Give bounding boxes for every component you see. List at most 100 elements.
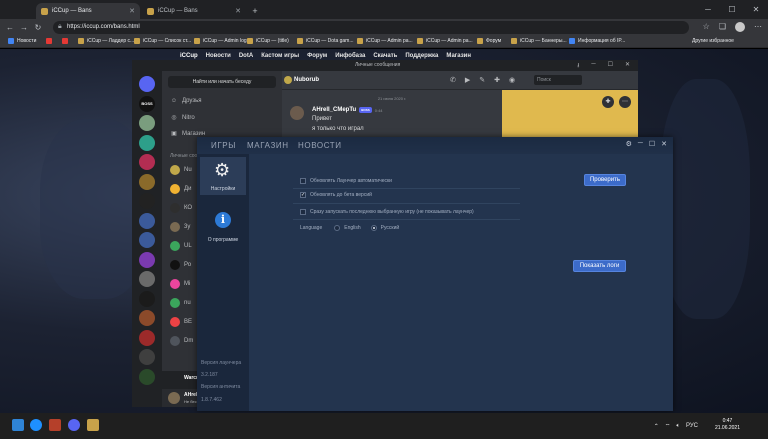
collections-icon[interactable]: ❏ <box>719 22 726 32</box>
server-icon[interactable] <box>139 329 155 346</box>
tab-news[interactable]: НОВОСТИ <box>298 141 342 150</box>
author-name[interactable]: AHrelI_CMepTu <box>312 107 356 113</box>
bookmark-item[interactable]: iCCup — Admin pa... <box>357 38 413 44</box>
dm-item[interactable]: Ди <box>170 183 191 195</box>
profile-icon[interactable]: ◉ <box>509 76 515 84</box>
dm-item[interactable]: КО <box>170 202 192 214</box>
server-icon[interactable] <box>139 251 155 268</box>
close-tab-icon[interactable]: ✕ <box>235 7 241 15</box>
server-icon[interactable] <box>139 134 155 151</box>
bookmark-item[interactable]: Форум <box>477 38 501 44</box>
edge-icon[interactable] <box>30 419 42 431</box>
option-auto-update[interactable]: Обновлять Лаунчер автоматически <box>300 178 392 184</box>
tab-games[interactable]: ИГРЫ <box>211 141 236 150</box>
dm-item[interactable]: Nu <box>170 164 192 176</box>
sidebar-item-about[interactable]: i О программе <box>200 208 246 246</box>
bookmark-item[interactable]: Новости <box>8 38 36 44</box>
user-avatar[interactable] <box>168 392 180 404</box>
bookmark-item[interactable] <box>62 38 71 44</box>
radio-russian[interactable] <box>370 225 377 231</box>
nav-friends[interactable]: ☺ Друзья <box>170 98 202 104</box>
discord-icon[interactable] <box>68 419 80 431</box>
close-icon[interactable]: ✕ <box>661 140 667 148</box>
checkbox[interactable] <box>300 209 306 215</box>
checkbox[interactable] <box>300 178 306 184</box>
bookmark-item[interactable]: iCCup — Список ст... <box>134 38 191 44</box>
server-icon[interactable] <box>139 173 155 190</box>
tab-shop[interactable]: МАГАЗИН <box>247 141 289 150</box>
server-icon[interactable] <box>139 193 155 209</box>
server-icon[interactable] <box>139 310 155 326</box>
server-icon[interactable] <box>139 154 155 170</box>
chevron-up-icon[interactable]: ⌃ <box>654 423 659 430</box>
bookmark-item[interactable] <box>46 38 55 44</box>
chat-search-input[interactable]: Поиск <box>534 75 582 85</box>
dm-item[interactable]: nu <box>170 297 191 309</box>
server-icon[interactable] <box>139 271 155 287</box>
back-icon[interactable]: ← <box>4 22 16 34</box>
new-tab-button[interactable]: + <box>248 3 262 19</box>
dm-item[interactable]: Mi <box>170 278 190 290</box>
server-icon[interactable] <box>139 232 155 248</box>
show-logs-button[interactable]: Показать логи <box>573 260 626 272</box>
download-icon[interactable]: ⭳ <box>577 61 579 71</box>
bookmark-item[interactable]: iCCup — Dota gam... <box>297 38 354 44</box>
bookmark-item[interactable]: iCCup — Admin log <box>194 38 247 44</box>
add-friend-icon[interactable]: ✚ <box>494 76 500 84</box>
minimize-icon[interactable]: ─ <box>696 0 720 19</box>
maximize-icon[interactable]: ☐ <box>649 140 655 148</box>
maximize-icon[interactable]: ☐ <box>608 61 613 71</box>
star-icon[interactable]: ☆ <box>703 22 710 32</box>
iccup-icon[interactable] <box>87 419 99 431</box>
message-avatar[interactable] <box>290 106 304 120</box>
discord-home-icon[interactable] <box>139 76 155 92</box>
server-icon[interactable] <box>139 290 155 307</box>
other-bookmarks[interactable]: Другие избранное <box>692 38 734 44</box>
minimize-icon[interactable]: ─ <box>591 61 595 71</box>
server-icon[interactable]: BOSS <box>139 95 155 112</box>
option-launch-last-game[interactable]: Сразу запускать последнюю выбранную игру… <box>300 209 474 215</box>
clock[interactable]: 0:47 21.06.2021 <box>715 418 740 432</box>
maximize-icon[interactable]: ☐ <box>720 0 744 19</box>
close-icon[interactable]: ✕ <box>744 0 768 19</box>
network-icon[interactable]: ⌔ <box>665 422 671 430</box>
close-tab-icon[interactable]: ✕ <box>129 7 135 15</box>
pin-icon[interactable]: ✎ <box>479 76 485 84</box>
server-icon[interactable] <box>139 212 155 229</box>
settings-icon[interactable]: ⚙ <box>626 140 632 148</box>
nav-store[interactable]: ▣ Магазин <box>170 130 205 138</box>
forward-icon[interactable]: → <box>18 22 30 34</box>
start-icon[interactable] <box>12 419 24 431</box>
bookmark-item[interactable]: iCCup — Admin pa... <box>417 38 473 44</box>
dm-item[interactable]: Ро <box>170 259 191 271</box>
server-icon[interactable] <box>139 349 155 365</box>
minimize-icon[interactable]: ─ <box>638 140 643 148</box>
check-updates-button[interactable]: Проверить <box>584 174 626 186</box>
browser-tab-active[interactable]: iCCup — Bans ✕ <box>36 3 140 19</box>
server-icon[interactable] <box>139 368 155 385</box>
dm-item[interactable]: ВЕ <box>170 316 192 328</box>
menu-icon[interactable]: ⋯ <box>754 22 762 32</box>
bookmark-item[interactable]: iCCup — (title) <box>247 38 289 44</box>
more-icon[interactable]: ⋯ <box>619 96 631 108</box>
dm-item[interactable]: UL <box>170 240 192 252</box>
reload-icon[interactable]: ↻ <box>32 22 44 34</box>
video-icon[interactable]: ▶ <box>465 76 470 84</box>
bookmark-item[interactable]: iCCup — Баннеры... <box>511 38 567 44</box>
browser-tab[interactable]: iCCup — Bans ✕ <box>142 3 246 19</box>
checkbox[interactable]: ✓ <box>300 192 306 198</box>
radio-english[interactable] <box>334 225 341 231</box>
language-option[interactable]: Русский <box>381 225 400 231</box>
volume-icon[interactable]: 🔈︎ <box>676 423 680 430</box>
option-beta-updates[interactable]: ✓ Обновлять до бета версий <box>300 192 372 198</box>
dm-item[interactable]: Dm <box>170 335 193 347</box>
call-icon[interactable]: ✆ <box>450 76 456 84</box>
dm-item[interactable]: 3у <box>170 221 190 233</box>
input-language[interactable]: РУС <box>686 423 698 429</box>
server-icon[interactable] <box>139 115 155 131</box>
find-conversation-button[interactable]: Найти или начать беседу <box>168 76 276 88</box>
language-option[interactable]: English <box>344 225 360 231</box>
profile-avatar[interactable] <box>735 22 745 32</box>
address-bar[interactable]: 🔒︎ https://iccup.com/bans.html <box>53 21 689 34</box>
bookmark-item[interactable]: iCCup — Ладдер с... <box>78 38 134 44</box>
